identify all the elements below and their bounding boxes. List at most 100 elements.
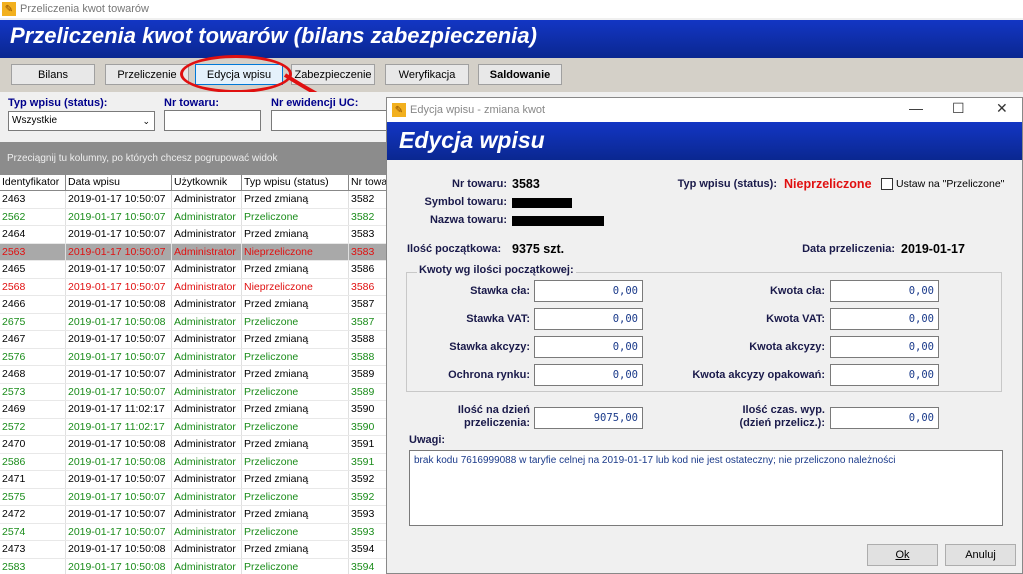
table-cell-type: Przeliczone: [242, 453, 349, 470]
stawka-cla-label: Stawka cła:: [470, 285, 530, 297]
table-row[interactable]: 2465 2019-01-17 10:50:07 Administrator Prze…: [0, 261, 390, 279]
kwota-vat-label: Kwota VAT:: [766, 313, 825, 325]
stawka-cla-input[interactable]: 0,00: [534, 280, 643, 302]
table-row[interactable]: 2472 2019-01-17 10:50:07 Administrator Prze…: [0, 506, 390, 524]
table-cell-date: 2019-01-17 10:50:07: [66, 471, 172, 488]
col-identyfikator[interactable]: Identyfikator: [0, 175, 66, 190]
close-icon[interactable]: ✕: [996, 100, 1008, 117]
window-titlebar: ✎ Przeliczenia kwot towarów: [0, 0, 1023, 18]
ok-button[interactable]: Ok: [867, 544, 938, 566]
col-nr-towaru[interactable]: Nr towa: [349, 175, 390, 190]
table-cell-user: Administrator: [172, 523, 242, 540]
ochrona-rynku-input[interactable]: 0,00: [534, 364, 643, 386]
group-by-area[interactable]: Przeciągnij tu kolumny, po których chces…: [0, 142, 390, 175]
table-cell-id: 2583: [0, 558, 66, 574]
ilosc-na-dzien-label: Ilość na dzień: [457, 404, 530, 416]
table-row[interactable]: 2470 2019-01-17 10:50:08 Administrator Prze…: [0, 436, 390, 454]
table-row[interactable]: 2468 2019-01-17 10:50:07 Administrator Prze…: [0, 366, 390, 384]
table-row[interactable]: 2576 2019-01-17 10:50:07 Administrator Prze…: [0, 348, 390, 366]
edit-dialog: ✎ Edycja wpisu - zmiana kwot — ☐ ✕ Edycj…: [386, 97, 1023, 574]
table-cell-date: 2019-01-17 11:02:17: [66, 418, 172, 435]
nr-towaru-input[interactable]: [164, 110, 261, 131]
table-cell-date: 2019-01-17 10:50:08: [66, 558, 172, 574]
kwota-vat-input[interactable]: 0,00: [830, 308, 939, 330]
table-row[interactable]: 2471 2019-01-17 10:50:07 Administrator Prze…: [0, 471, 390, 489]
anuluj-button[interactable]: Anuluj: [945, 544, 1016, 566]
table-cell-user: Administrator: [172, 558, 242, 574]
table-row[interactable]: 2574 2019-01-17 10:50:07 Administrator Prze…: [0, 523, 390, 541]
kwota-cla-label: Kwota cła:: [769, 285, 825, 297]
table-row[interactable]: 2575 2019-01-17 10:50:07 Administrator Prze…: [0, 488, 390, 506]
col-typ-wpisu[interactable]: Typ wpisu (status): [242, 175, 349, 190]
table-cell-date: 2019-01-17 10:50:07: [66, 488, 172, 505]
table-cell-date: 2019-01-17 10:50:07: [66, 226, 172, 243]
stawka-vat-label: Stawka VAT:: [466, 313, 530, 325]
table-cell-id: 2467: [0, 331, 66, 348]
table-row[interactable]: 2586 2019-01-17 10:50:08 Administrator Prze…: [0, 453, 390, 471]
table-row[interactable]: 2573 2019-01-17 10:50:07 Administrator Prze…: [0, 383, 390, 401]
table-row[interactable]: 2463 2019-01-17 10:50:07 Administrator Prze…: [0, 191, 390, 209]
kwota-akcyzy-opakowan-input[interactable]: 0,00: [830, 364, 939, 386]
weryfikacja-button[interactable]: Weryfikacja: [385, 64, 469, 85]
table-row[interactable]: 2469 2019-01-17 11:02:17 Administrator Prze…: [0, 401, 390, 419]
dialog-banner-title: Edycja wpisu: [399, 127, 545, 153]
maximize-icon[interactable]: ☐: [952, 100, 965, 117]
table-cell-nr: 3593: [349, 506, 390, 523]
minimize-icon[interactable]: —: [909, 100, 923, 116]
table-cell-user: Administrator: [172, 348, 242, 365]
table-row[interactable]: 2466 2019-01-17 10:50:08 Administrator Prze…: [0, 296, 390, 314]
status-select-value: Wszystkie: [12, 115, 57, 126]
saldowanie-button[interactable]: Saldowanie: [478, 64, 562, 85]
table-cell-id: 2562: [0, 208, 66, 225]
stawka-akcyzy-input[interactable]: 0,00: [534, 336, 643, 358]
table-cell-type: Przed zmianą: [242, 191, 349, 208]
status-select[interactable]: Wszystkie ⌄: [8, 111, 155, 131]
nr-towaru-filter-label: Nr towaru:: [164, 97, 219, 109]
table-row[interactable]: 2568 2019-01-17 10:50:07 Administrator Niep…: [0, 278, 390, 296]
table-cell-nr: 3590: [349, 401, 390, 418]
table-row[interactable]: 2562 2019-01-17 10:50:07 Administrator Prze…: [0, 208, 390, 226]
table-row[interactable]: 2467 2019-01-17 10:50:07 Administrator Prze…: [0, 331, 390, 349]
table-row[interactable]: 2563 2019-01-17 10:50:07 Administrator Niep…: [0, 243, 390, 261]
table-cell-id: 2471: [0, 471, 66, 488]
nr-ewidencji-input[interactable]: [271, 110, 389, 131]
stawka-vat-input[interactable]: 0,00: [534, 308, 643, 330]
kwota-akcyzy-input[interactable]: 0,00: [830, 336, 939, 358]
table-row[interactable]: 2572 2019-01-17 11:02:17 Administrator Prze…: [0, 418, 390, 436]
table-cell-nr: 3594: [349, 558, 390, 574]
table-cell-date: 2019-01-17 10:50:08: [66, 453, 172, 470]
table-row[interactable]: 2464 2019-01-17 10:50:07 Administrator Prze…: [0, 226, 390, 244]
table-cell-date: 2019-01-17 10:50:07: [66, 383, 172, 400]
typ-wpisu-value: Nieprzeliczone: [784, 177, 872, 191]
table-cell-type: Przed zmianą: [242, 296, 349, 313]
table-cell-id: 2575: [0, 488, 66, 505]
kwota-akcyzy-opakowan-label: Kwota akcyzy opakowań:: [692, 369, 825, 381]
uwagi-textarea[interactable]: brak kodu 7616999088 w taryfie celnej na…: [409, 450, 1003, 526]
table-cell-date: 2019-01-17 10:50:07: [66, 366, 172, 383]
ilosc-poczatkowa-label: Ilość początkowa:: [407, 243, 502, 255]
table-row[interactable]: 2583 2019-01-17 10:50:08 Administrator Prze…: [0, 558, 390, 574]
table-cell-date: 2019-01-17 10:50:08: [66, 313, 172, 330]
table-cell-date: 2019-01-17 10:50:07: [66, 348, 172, 365]
table-row[interactable]: 2473 2019-01-17 10:50:08 Administrator Prze…: [0, 541, 390, 559]
ilosc-na-dzien-input[interactable]: 9075,00: [534, 407, 643, 429]
highlight-ellipse: [180, 55, 292, 93]
table-cell-nr: 3590: [349, 418, 390, 435]
table-row[interactable]: 2675 2019-01-17 10:50:08 Administrator Prze…: [0, 313, 390, 331]
col-uzytkownik[interactable]: Użytkownik: [172, 175, 242, 190]
przeliczenie-button[interactable]: Przeliczenie: [105, 64, 189, 85]
table-cell-type: Przed zmianą: [242, 366, 349, 383]
col-data-wpisu[interactable]: Data wpisu: [66, 175, 172, 190]
table-cell-nr: 3586: [349, 261, 390, 278]
dialog-banner: Edycja wpisu: [387, 122, 1022, 160]
ochrona-rynku-label: Ochrona rynku:: [448, 369, 530, 381]
table-cell-user: Administrator: [172, 401, 242, 418]
table-cell-user: Administrator: [172, 366, 242, 383]
ustaw-przeliczone-checkbox[interactable]: [881, 178, 893, 190]
table-cell-id: 2469: [0, 401, 66, 418]
kwota-cla-input[interactable]: 0,00: [830, 280, 939, 302]
bilans-button[interactable]: Bilans: [11, 64, 95, 85]
table-cell-user: Administrator: [172, 436, 242, 453]
table-cell-id: 2574: [0, 523, 66, 540]
ilosc-czas-wyp-input[interactable]: 0,00: [830, 407, 939, 429]
